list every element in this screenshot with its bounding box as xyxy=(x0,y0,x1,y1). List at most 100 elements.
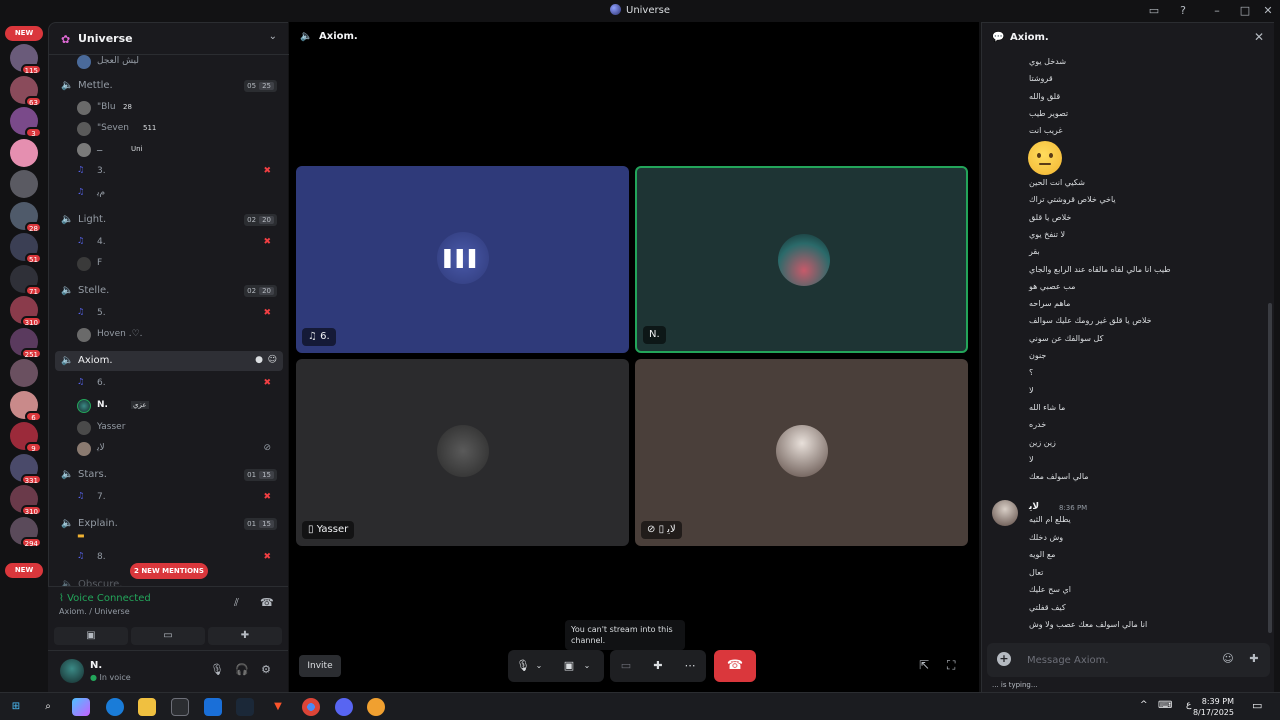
chevron-down-icon[interactable]: ⌄ xyxy=(532,650,546,682)
video-tile-speaking[interactable]: N. xyxy=(635,166,968,353)
close-icon[interactable]: ✕ xyxy=(1254,30,1264,44)
pop-out-icon[interactable]: ⇱ xyxy=(919,658,929,672)
server-icon[interactable]: 71 xyxy=(10,264,42,296)
chevron-down-icon[interactable]: ⌄ xyxy=(580,650,594,682)
new-mentions-pill[interactable]: 2 NEW MENTIONS xyxy=(130,563,208,579)
member-item[interactable]: F xyxy=(77,255,277,273)
notifications-icon[interactable]: ▭ xyxy=(1252,699,1262,712)
new-pill-top[interactable]: NEW xyxy=(5,26,43,41)
gamepad-icon[interactable]: ✚ xyxy=(1246,652,1262,665)
voice-status[interactable]: ⌇ Voice Connected xyxy=(59,593,151,604)
member-top[interactable]: ﻟﻴﺶ ﺍﻟﻌﺠﻞ xyxy=(77,53,277,71)
clock[interactable]: 8:39 PM 8/17/2025 xyxy=(1193,696,1234,718)
emoji-picker-icon[interactable]: ☺ xyxy=(1220,652,1236,665)
video-tile[interactable]: ▯ Yasser xyxy=(296,359,629,546)
steam-icon[interactable] xyxy=(236,698,254,716)
author-avatar[interactable] xyxy=(992,500,1018,526)
channel-light[interactable]: 🔈 Light. 02 20 xyxy=(55,210,283,230)
screen-share-button[interactable]: ▭ xyxy=(131,627,205,645)
channel-stelle[interactable]: 🔈 Stelle. 02 20 xyxy=(55,281,283,301)
add-attachment-icon[interactable]: + xyxy=(997,652,1011,666)
message-author[interactable]: ﻻﻳ xyxy=(1029,502,1039,512)
voice-location[interactable]: Axiom. / Universe xyxy=(59,607,130,616)
brave-icon[interactable]: ▼ xyxy=(269,698,287,716)
input-language[interactable]: ع xyxy=(1186,700,1191,710)
member-item[interactable]: ♫ 4. ✖ xyxy=(77,234,277,252)
server-icon[interactable]: 310 xyxy=(10,296,42,327)
server-icon[interactable]: 6 xyxy=(10,390,42,422)
gamepad-icon[interactable]: ✚ xyxy=(645,650,671,682)
disconnect-icon[interactable]: ☎ xyxy=(260,596,274,609)
server-icon[interactable]: 63 xyxy=(10,75,42,107)
message-input[interactable] xyxy=(1027,651,1207,669)
file-explorer-icon[interactable] xyxy=(138,698,156,716)
camera-off-icon[interactable]: ▣ xyxy=(556,650,582,682)
member-item[interactable]: Yasser xyxy=(77,419,277,437)
store-icon[interactable] xyxy=(171,698,189,716)
more-options-icon[interactable]: ⋯ xyxy=(677,650,703,682)
channel-stars[interactable]: 🔈 Stars. 01 15 xyxy=(55,465,283,485)
channel-axiom[interactable]: 🔈 Axiom. ● ☺ xyxy=(55,351,283,371)
maximize-icon[interactable]: □ xyxy=(1237,3,1253,19)
tray-chevron-icon[interactable]: ^ xyxy=(1140,700,1148,710)
member-item[interactable]: ♫ ﻡﻳ xyxy=(77,185,277,203)
fullscreen-icon[interactable]: ⛶ xyxy=(947,658,955,673)
microphone-icon[interactable]: 🎙 xyxy=(209,663,225,676)
screen-share-disabled-icon[interactable]: ▭ xyxy=(613,650,639,682)
chat-scrollbar[interactable] xyxy=(1268,303,1272,633)
outlook-icon[interactable] xyxy=(204,698,222,716)
member-item[interactable]: ▬ xyxy=(77,529,277,547)
active-app-icon[interactable] xyxy=(367,698,385,716)
server-icon[interactable]: 115 xyxy=(10,44,42,75)
server-icon[interactable]: 9 xyxy=(10,422,42,453)
member-item[interactable]: "Blu 28 xyxy=(77,99,277,117)
channel-mettle[interactable]: 🔈 Mettle. 05 25 xyxy=(55,76,283,96)
user-name[interactable]: N. xyxy=(90,660,102,671)
server-icon[interactable]: 294 xyxy=(10,516,42,548)
headphones-icon[interactable]: 🎧 xyxy=(234,663,250,676)
server-icon[interactable] xyxy=(10,359,38,387)
copilot-icon[interactable] xyxy=(72,698,90,716)
minimize-icon[interactable]: – xyxy=(1209,3,1225,19)
keyboard-icon[interactable]: ⌨ xyxy=(1158,700,1172,711)
server-icon[interactable]: 310 xyxy=(10,485,42,516)
member-item[interactable]: ♫ 6. ✖ xyxy=(77,375,277,393)
member-item[interactable]: ♫ 3. ✖ xyxy=(77,163,277,181)
discord-icon[interactable] xyxy=(335,698,353,716)
server-header[interactable]: ✿ Universe ⌄ xyxy=(49,23,289,55)
edge-icon[interactable] xyxy=(106,698,124,716)
invite-button[interactable]: Invite xyxy=(299,655,341,677)
server-icon[interactable] xyxy=(10,138,38,167)
user-avatar[interactable] xyxy=(60,659,84,683)
member-item[interactable]: ــ Uni xyxy=(77,141,277,159)
member-item[interactable]: ♫ 5. ✖ xyxy=(77,305,277,323)
windows-start-icon[interactable]: ⊞ xyxy=(7,698,25,716)
server-icon[interactable]: 51 xyxy=(10,233,42,264)
gear-icon[interactable]: ⚙ xyxy=(258,663,274,676)
member-item[interactable]: ♫ 7. ✖ xyxy=(77,489,277,507)
member-item[interactable]: Hoven .♡. xyxy=(77,326,277,344)
server-icon[interactable]: 331 xyxy=(10,453,42,485)
camera-button[interactable]: ▣ xyxy=(54,627,128,645)
search-icon[interactable]: ⌕ xyxy=(39,698,57,716)
server-icon[interactable]: 251 xyxy=(10,327,42,359)
close-window-icon[interactable]: ✕ xyxy=(1260,3,1276,19)
member-item[interactable]: "Seven 511 xyxy=(77,120,277,138)
server-icon[interactable]: 28 xyxy=(10,201,42,233)
chevron-down-icon[interactable]: ⌄ xyxy=(269,31,277,42)
member-item[interactable]: ﻻﻳ ⊘ xyxy=(77,440,277,458)
new-pill-bottom[interactable]: NEW xyxy=(5,563,43,578)
inbox-icon[interactable]: ▭ xyxy=(1146,3,1162,19)
server-icon[interactable] xyxy=(10,170,38,198)
help-icon[interactable]: ? xyxy=(1175,3,1191,19)
activity-button[interactable]: ✚ xyxy=(208,627,282,645)
member-item-self[interactable]: N. ﻋﺰﻱ xyxy=(77,397,277,415)
disconnect-button[interactable]: ☎ xyxy=(714,650,756,682)
chat-bubble-icon[interactable]: ● xyxy=(255,355,263,365)
video-tile[interactable]: ▌▌▌ ♫ 6. xyxy=(296,166,629,353)
chrome-icon[interactable] xyxy=(302,698,320,716)
add-member-icon[interactable]: ☺ xyxy=(268,355,277,365)
video-tile[interactable]: ⊘ ▯ ﻻﻳ xyxy=(635,359,968,546)
noise-suppression-icon[interactable]: ⫽ xyxy=(234,596,239,610)
server-icon[interactable]: 3 xyxy=(10,107,42,138)
